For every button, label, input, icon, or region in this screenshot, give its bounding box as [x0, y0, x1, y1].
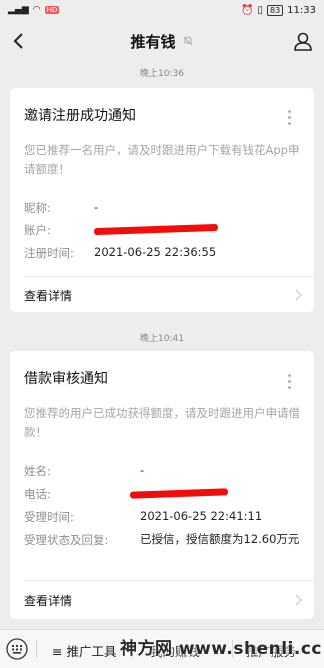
card-divider — [24, 580, 314, 581]
field-label-phone: 电话: — [24, 487, 51, 501]
field-value-accept-time: 2021-06-25 22:41:11 — [140, 509, 263, 523]
more-options-icon[interactable] — [288, 374, 292, 392]
message-card-loan-review[interactable]: 借款审核通知 您推荐的用户已成功获得额度，请及时跟进用户申请借款！ 姓名: - … — [10, 351, 314, 619]
chevron-right-icon — [295, 594, 302, 606]
view-details-link[interactable]: 查看详情 — [24, 592, 72, 609]
keyboard-icon[interactable] — [6, 638, 28, 660]
notification-badge: HD — [44, 6, 60, 14]
battery-indicator: 83 — [266, 4, 284, 16]
message-card-registration[interactable]: 邀请注册成功通知 您已推荐一名用户，请及时跟进用户下载有钱花App申请额度！ 昵… — [10, 88, 314, 312]
redaction-mark — [129, 488, 229, 499]
card-divider — [24, 276, 314, 277]
message-title: 借款审核通知 — [24, 371, 108, 387]
field-label-status: 受理状态及回复: — [24, 533, 109, 547]
field-label-nickname: 昵称: — [24, 201, 51, 215]
field-label-name: 姓名: — [24, 464, 51, 478]
message-title: 邀请注册成功通知 — [24, 108, 136, 124]
field-value-register-time: 2021-06-25 22:36:55 — [94, 245, 217, 259]
field-value-status: 已授信，授信额度为12.60万元 — [140, 532, 300, 546]
nav-bar: 推有钱 — [0, 20, 324, 62]
clock: 11:33 — [287, 4, 316, 16]
profile-icon[interactable] — [292, 30, 314, 52]
message-timestamp: 晚上10:41 — [140, 334, 184, 344]
mute-bell-icon — [183, 36, 192, 46]
redaction-mark — [93, 223, 219, 236]
more-options-icon[interactable] — [288, 110, 292, 128]
chat-title: 推有钱 — [130, 32, 176, 51]
field-value-nickname: - — [94, 200, 99, 214]
back-arrow-icon[interactable] — [8, 30, 30, 52]
chevron-right-icon — [295, 289, 302, 301]
field-label-accept-time: 受理时间: — [24, 510, 74, 524]
field-value-name: - — [140, 463, 145, 477]
vibrate-icon: ▯ — [257, 4, 263, 16]
menu-separator — [36, 640, 37, 658]
wifi-icon: ◠ — [32, 5, 41, 15]
signal-icon: ▂▄▆ — [8, 5, 29, 15]
message-description: 您推荐的用户已成功获得额度，请及时跟进用户申请借款！ — [24, 406, 300, 439]
alarm-icon: ⏰ — [241, 4, 254, 16]
view-details-link[interactable]: 查看详情 — [24, 287, 72, 304]
field-label-account: 账户: — [24, 223, 51, 237]
status-bar: ▂▄▆ ◠ HD ⏰ ▯ 83 11:33 — [0, 0, 324, 20]
message-timestamp: 晚上10:36 — [140, 69, 184, 79]
menu-tab-promotion-tools[interactable]: ≡ 推广工具 — [52, 641, 116, 660]
message-description: 您已推荐一名用户，请及时跟进用户下载有钱花App申请额度！ — [24, 143, 300, 176]
field-label-register-time: 注册时间: — [24, 246, 74, 260]
site-watermark: 神方网 www.shenli.cc — [119, 639, 322, 659]
